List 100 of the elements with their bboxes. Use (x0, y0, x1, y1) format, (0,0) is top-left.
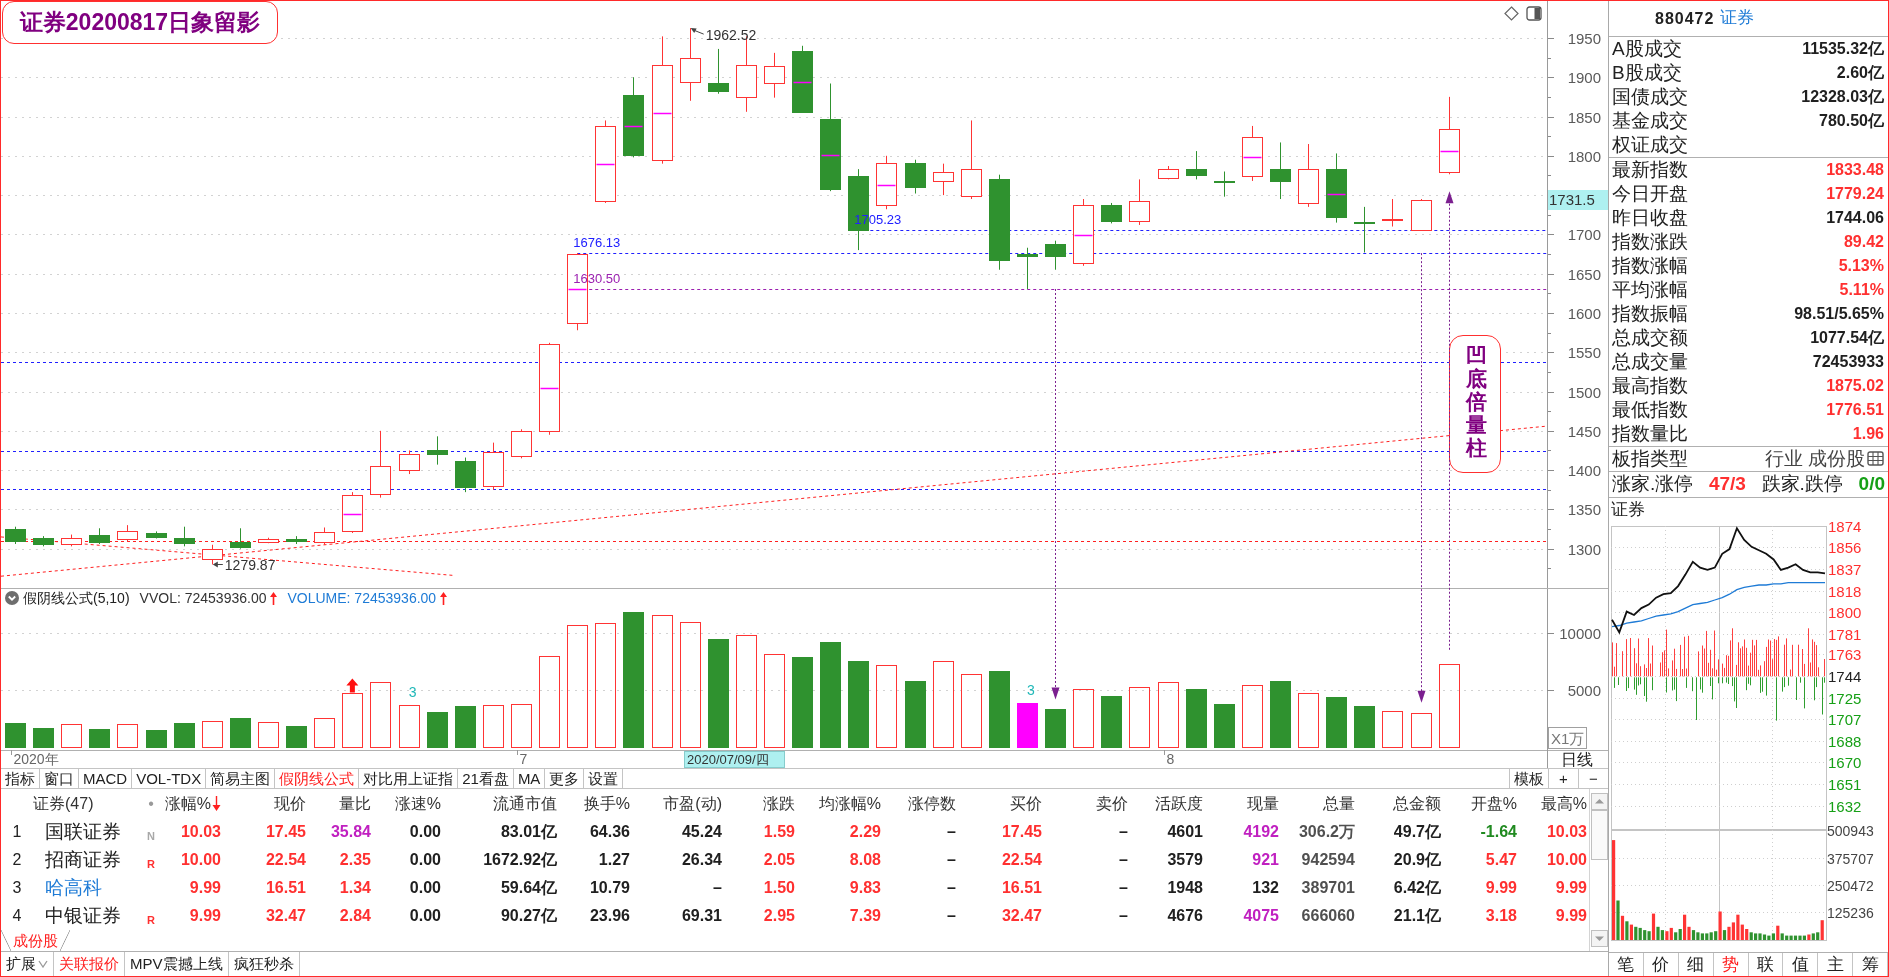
table-cell-text: 1.50 (762, 878, 796, 899)
table-cell-text: 942594 (1300, 850, 1356, 871)
table-cell-text: 26.34 (680, 850, 723, 871)
table-cell-text: -1.64 (1479, 822, 1518, 843)
axis-label: 1900 (1567, 68, 1601, 86)
stat-value: 5.11% (1839, 280, 1884, 300)
stat-label: 最低指数 (1612, 398, 1688, 422)
table-cell-text: 21.1亿 (1392, 906, 1442, 927)
table-cell-text: 4192 (1242, 822, 1280, 843)
flag-label: R (146, 856, 156, 872)
stat-value: 2.60亿 (1836, 63, 1884, 83)
table-cell-text: – (946, 822, 957, 843)
stat-label: 指数涨跌 (1612, 230, 1688, 254)
axis-label: 1781 (1828, 625, 1862, 643)
axis-label: 1500 (1567, 383, 1601, 401)
table-cell-text: 2.35 (338, 850, 372, 871)
axis-label: 1744 (1828, 667, 1862, 685)
row-number: 3 (11, 878, 23, 899)
table-cell-text: 9.99 (188, 878, 222, 899)
table-cell-text: 10.03 (179, 822, 222, 843)
indicator-name: 假阴线公式(5,10) (23, 589, 130, 607)
axis-label: 1650 (1567, 265, 1601, 283)
table-cell-text: – (1118, 850, 1129, 871)
table-cell-text: 10.03 (1545, 822, 1588, 843)
axis-label: 1700 (1567, 225, 1601, 243)
table-cell-text: 4601 (1166, 822, 1204, 843)
stat-value: 72453933 (1812, 352, 1884, 372)
price-label: 1279.87 (224, 556, 276, 573)
period-label: 日线 (1561, 751, 1593, 768)
stat-label: 总成交量 (1612, 350, 1688, 374)
stat-value: 1875.02 (1826, 376, 1884, 396)
row-number: 2 (11, 850, 23, 871)
table-cell-text: 4676 (1166, 906, 1204, 927)
index-name: 证券 (1720, 8, 1755, 29)
cursor-date-tag: 2020/07/09/四 (684, 751, 785, 768)
row-number: 1 (11, 822, 23, 843)
table-cell-text: – (946, 850, 957, 871)
stat-label: 指数涨幅 (1612, 254, 1688, 278)
table-cell-text: 69.31 (680, 906, 723, 927)
axis-label: 1670 (1828, 753, 1862, 771)
axis-label: 10000 (1559, 624, 1601, 642)
axis-label: 1725 (1828, 689, 1862, 707)
row-number: 4 (11, 906, 23, 927)
stat-value: 89.42 (1843, 232, 1884, 252)
table-cell-text: – (1118, 906, 1129, 927)
stat-label: 最新指数 (1612, 158, 1688, 182)
stat-value: 行业 成份股 (1764, 447, 1865, 471)
axis-label: 1600 (1567, 304, 1601, 322)
chart-title-note: 证券20200817日象留影 (2, 1, 278, 44)
stat-value: 1779.24 (1826, 184, 1884, 204)
table-cell-text: 22.54 (264, 850, 307, 871)
date-label: 8 (1166, 751, 1175, 767)
table-cell-text: 16.51 (1000, 878, 1043, 899)
unit-label: X1万 (1548, 727, 1587, 749)
table-cell-text: 132 (1251, 878, 1280, 899)
table-cell-text: 306.2万 (1297, 822, 1356, 843)
stat-value: 47/3 (1708, 473, 1746, 496)
axis-label: 375707 (1827, 850, 1874, 867)
table-cell-text: 8.08 (848, 850, 882, 871)
table-cell-text: 32.47 (264, 906, 307, 927)
table-cell-text: 9.99 (1554, 878, 1588, 899)
table-cell-text: 2.05 (762, 850, 796, 871)
table-cell-text: 10.79 (588, 878, 631, 899)
axis-label: 1800 (1567, 147, 1601, 165)
cursor-price-tag: 1731.5 (1548, 190, 1608, 210)
axis-label: 1837 (1828, 560, 1862, 578)
table-cell-text: 0.00 (408, 822, 442, 843)
count-label: 3 (1027, 681, 1035, 698)
table-cell-text: 3.18 (1484, 906, 1518, 927)
table-cell-text: 0.00 (408, 850, 442, 871)
table-cell-text: – (946, 878, 957, 899)
axis-label: 1632 (1828, 797, 1862, 815)
stat-value: 1.96 (1852, 424, 1884, 444)
axis-label: 1651 (1828, 775, 1862, 793)
table-cell-text: 2.29 (848, 822, 882, 843)
table-cell-text: – (1118, 822, 1129, 843)
table-cell-text: 0.00 (408, 906, 442, 927)
table-cell-text: – (712, 878, 723, 899)
axis-label: 1856 (1828, 538, 1862, 556)
axis-label: 1818 (1828, 582, 1862, 600)
table-cell-text: 9.99 (1554, 906, 1588, 927)
table-cell-text: 1.27 (597, 850, 631, 871)
count-label: 3 (408, 683, 417, 700)
stat-label: 板指类型 (1612, 447, 1688, 471)
table-cell-text: 45.24 (680, 822, 723, 843)
stat-value: 98.51/5.65% (1794, 304, 1884, 324)
axis-label: 1763 (1828, 645, 1862, 663)
date-label: 7 (519, 751, 528, 767)
table-cell-text: 1.59 (762, 822, 796, 843)
axis-label: 1950 (1567, 29, 1601, 47)
stat-value: 5.13% (1838, 256, 1884, 276)
indicator-value: VOLUME: 72453936.00 (287, 589, 437, 607)
axis-label: 5000 (1567, 681, 1601, 699)
table-cell-text: 0.00 (408, 878, 442, 899)
table-cell-text: 389701 (1300, 878, 1356, 899)
stat-label: A股成交 (1612, 37, 1682, 61)
table-cell-text: 83.01亿 (499, 822, 558, 843)
stat-value: 0/0 (1858, 473, 1885, 496)
stat-label: 总成交额 (1612, 326, 1688, 350)
callout-note: 凹底倍量柱 (1449, 335, 1501, 473)
